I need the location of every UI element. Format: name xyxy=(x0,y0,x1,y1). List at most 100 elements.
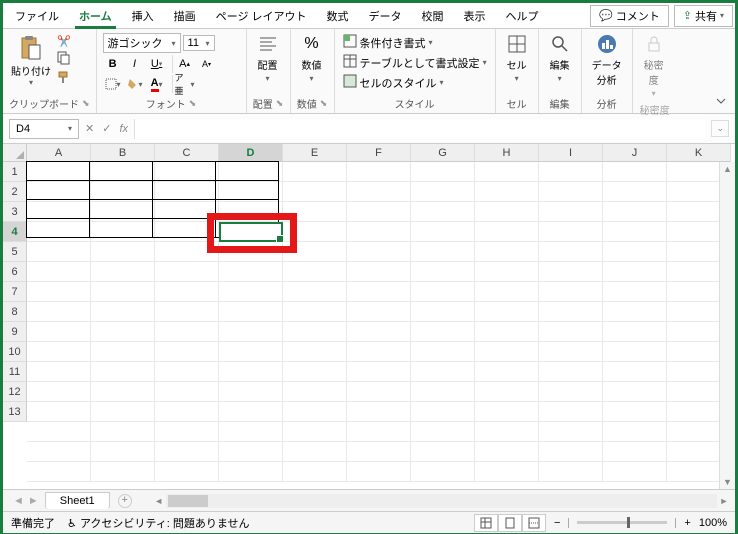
cell[interactable] xyxy=(347,302,411,322)
cell[interactable] xyxy=(283,242,347,262)
comments-button[interactable]: 💬コメント xyxy=(590,5,669,27)
cell[interactable] xyxy=(411,162,475,182)
cell[interactable] xyxy=(539,442,603,462)
cell[interactable] xyxy=(155,322,219,342)
cell[interactable] xyxy=(347,162,411,182)
cell[interactable] xyxy=(475,282,539,302)
cell[interactable] xyxy=(347,322,411,342)
cell[interactable] xyxy=(411,282,475,302)
cell[interactable] xyxy=(411,362,475,382)
cell[interactable] xyxy=(219,362,283,382)
cell[interactable] xyxy=(411,242,475,262)
cells-button[interactable]: セル ▾ xyxy=(502,31,532,85)
col-header-C[interactable]: C xyxy=(155,144,219,162)
tab-view[interactable]: 表示 xyxy=(454,4,496,28)
cell[interactable] xyxy=(155,402,219,422)
cell[interactable] xyxy=(91,362,155,382)
add-sheet-button[interactable]: + xyxy=(118,494,132,508)
row-header-12[interactable]: 12 xyxy=(3,382,27,402)
editing-button[interactable]: 編集 ▾ xyxy=(545,31,575,85)
cell[interactable] xyxy=(283,402,347,422)
cell[interactable] xyxy=(347,462,411,482)
cell[interactable] xyxy=(475,322,539,342)
cell[interactable] xyxy=(91,322,155,342)
cell[interactable] xyxy=(347,282,411,302)
cell-styles-button[interactable]: セルのスタイル▾ xyxy=(341,73,489,92)
cell[interactable] xyxy=(283,162,347,182)
row-header-1[interactable]: 1 xyxy=(3,162,27,182)
cell[interactable] xyxy=(603,462,667,482)
cell[interactable] xyxy=(539,162,603,182)
cell[interactable] xyxy=(27,362,91,382)
tab-review[interactable]: 校閲 xyxy=(412,4,454,28)
cell[interactable] xyxy=(283,362,347,382)
tab-draw[interactable]: 描画 xyxy=(164,4,206,28)
accessibility-status[interactable]: ♿︎ アクセシビリティ: 問題ありません xyxy=(67,515,250,531)
cell[interactable] xyxy=(27,242,91,262)
row-header-10[interactable]: 10 xyxy=(3,342,27,362)
row-header-7[interactable]: 7 xyxy=(3,282,27,302)
tab-home[interactable]: ホーム xyxy=(69,4,122,28)
cell[interactable] xyxy=(603,182,667,202)
cell[interactable] xyxy=(283,202,347,222)
cell[interactable] xyxy=(475,422,539,442)
view-page-layout-icon[interactable] xyxy=(498,514,522,532)
cell[interactable] xyxy=(411,422,475,442)
cell[interactable] xyxy=(603,282,667,302)
tab-help[interactable]: ヘルプ xyxy=(496,4,549,28)
cell[interactable] xyxy=(155,362,219,382)
cell[interactable] xyxy=(91,242,155,262)
cell[interactable] xyxy=(91,402,155,422)
scroll-up-icon[interactable]: ▲ xyxy=(720,162,735,176)
cell[interactable] xyxy=(603,422,667,442)
cell[interactable] xyxy=(283,382,347,402)
cancel-icon[interactable]: ✕ xyxy=(85,122,94,135)
selected-cell[interactable] xyxy=(219,222,283,242)
cell[interactable] xyxy=(283,322,347,342)
cell[interactable] xyxy=(283,422,347,442)
cell[interactable] xyxy=(91,462,155,482)
row-header-13[interactable]: 13 xyxy=(3,402,27,422)
cell[interactable] xyxy=(475,362,539,382)
sensitivity-button[interactable]: 秘密 度 ▾ xyxy=(639,31,669,100)
name-box[interactable]: D4▾ xyxy=(9,119,79,139)
cell[interactable] xyxy=(347,262,411,282)
row-header-8[interactable]: 8 xyxy=(3,302,27,322)
cell[interactable] xyxy=(347,342,411,362)
scroll-left-icon[interactable]: ◄ xyxy=(152,496,166,506)
cell[interactable] xyxy=(283,282,347,302)
cell[interactable] xyxy=(411,442,475,462)
tab-insert[interactable]: 挿入 xyxy=(122,4,164,28)
paste-button[interactable]: 貼り付け ▾ xyxy=(9,31,53,89)
cell[interactable] xyxy=(91,442,155,462)
cell[interactable] xyxy=(27,342,91,362)
cell[interactable] xyxy=(539,362,603,382)
scroll-right-icon[interactable]: ► xyxy=(717,496,731,506)
cell[interactable] xyxy=(603,382,667,402)
cell[interactable] xyxy=(27,402,91,422)
cell[interactable] xyxy=(347,362,411,382)
view-page-break-icon[interactable] xyxy=(522,514,546,532)
font-shrink-icon[interactable]: A▾ xyxy=(197,55,217,73)
cell[interactable] xyxy=(27,282,91,302)
collapse-ribbon-icon[interactable] xyxy=(715,95,727,110)
italic-button[interactable]: I xyxy=(125,55,145,73)
cell[interactable] xyxy=(155,442,219,462)
cell[interactable] xyxy=(475,462,539,482)
cell[interactable] xyxy=(539,282,603,302)
zoom-level[interactable]: 100% xyxy=(699,517,727,529)
bold-button[interactable]: B xyxy=(103,55,123,73)
fill-color-button[interactable]: ▾ xyxy=(125,75,145,93)
cell[interactable] xyxy=(283,182,347,202)
expand-formula-icon[interactable]: ⌄ xyxy=(711,120,729,137)
col-header-F[interactable]: F xyxy=(347,144,411,162)
cell[interactable] xyxy=(27,462,91,482)
cell[interactable] xyxy=(603,242,667,262)
cell[interactable] xyxy=(475,342,539,362)
copy-icon[interactable] xyxy=(57,51,71,68)
tab-file[interactable]: ファイル xyxy=(5,4,69,28)
borders-button[interactable]: ▾ xyxy=(103,75,123,93)
cell[interactable] xyxy=(91,342,155,362)
cell[interactable] xyxy=(539,422,603,442)
cell[interactable] xyxy=(475,382,539,402)
